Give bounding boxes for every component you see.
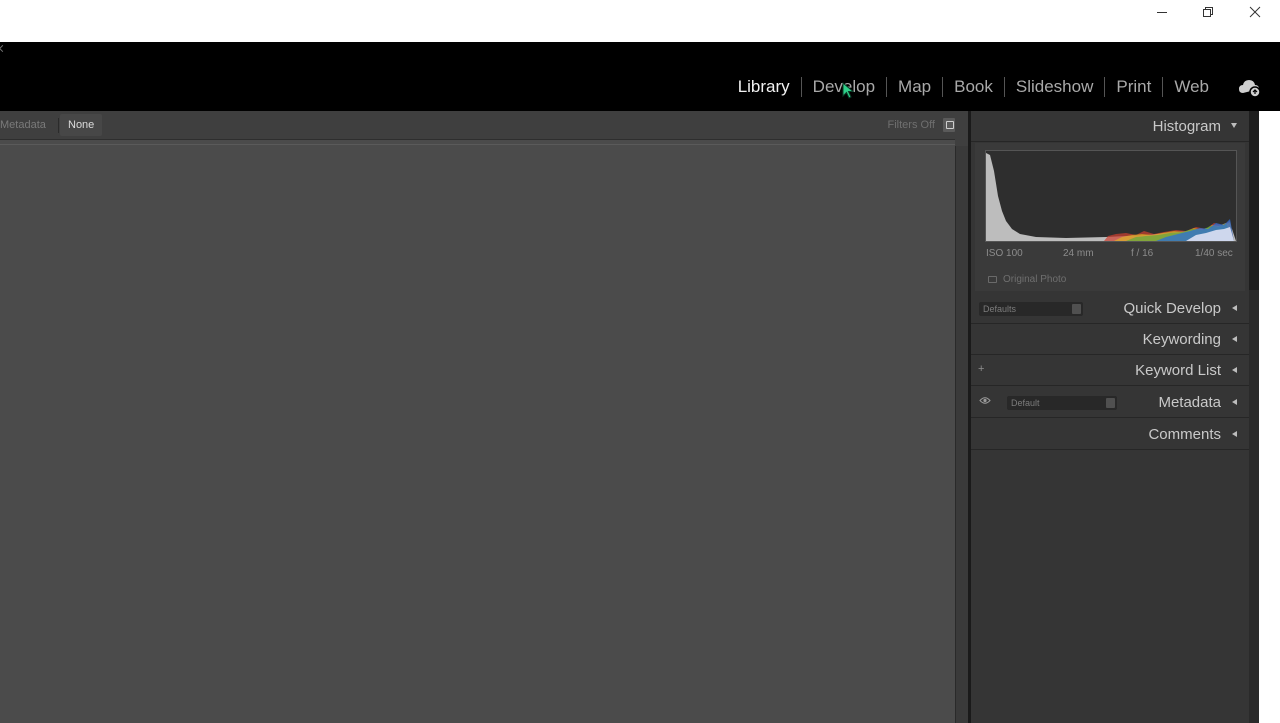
content-divider: [0, 144, 955, 145]
grid-view[interactable]: Metadata None Filters Off: [0, 111, 955, 723]
keywording-header[interactable]: Keywording: [971, 324, 1249, 355]
window-title-bar: [0, 0, 1280, 42]
keywording-title: Keywording: [1142, 331, 1221, 348]
collapse-triangle-icon: [1231, 123, 1237, 128]
metadata-title: Metadata: [1158, 394, 1221, 411]
histogram-chart[interactable]: [985, 150, 1237, 242]
quick-develop-title: Quick Develop: [1123, 300, 1221, 317]
expand-triangle-icon: [1232, 367, 1237, 373]
comments-header[interactable]: Comments: [971, 419, 1249, 450]
quick-develop-header[interactable]: Defaults Quick Develop: [971, 293, 1249, 324]
scrollbar-top: [955, 111, 968, 146]
aperture-value: f / 16: [1131, 248, 1154, 259]
keyword-list-title: Keyword List: [1135, 362, 1221, 379]
dropdown-stepper-icon: [1072, 304, 1081, 314]
expand-triangle-icon: [1232, 431, 1237, 437]
module-develop[interactable]: Develop: [802, 75, 886, 99]
eye-icon[interactable]: [979, 396, 991, 405]
focal-length-value: 24 mm: [1063, 248, 1094, 259]
keyword-list-header[interactable]: + Keyword List: [971, 355, 1249, 386]
minimize-icon[interactable]: [1139, 0, 1185, 24]
dropdown-stepper-icon: [1106, 398, 1115, 408]
grid-scrollbar[interactable]: [955, 146, 968, 723]
saved-preset-dropdown[interactable]: Defaults: [979, 302, 1083, 316]
window-margin: [1259, 111, 1280, 723]
module-print[interactable]: Print: [1105, 75, 1162, 99]
comments-title: Comments: [1148, 426, 1221, 443]
histogram-title: Histogram: [1152, 118, 1221, 135]
histogram-header[interactable]: Histogram: [971, 111, 1249, 142]
module-picker-bar: Library Develop Map Book Slideshow Print…: [0, 42, 1280, 111]
module-slideshow[interactable]: Slideshow: [1005, 75, 1105, 99]
expand-triangle-icon: [1232, 305, 1237, 311]
original-photo-label: Original Photo: [1003, 274, 1067, 285]
library-filter-bar: Metadata None Filters Off: [0, 111, 955, 140]
metadata-preset-value: Default: [1011, 398, 1040, 408]
expand-triangle-icon: [1232, 336, 1237, 342]
filter-none-tab[interactable]: None: [60, 114, 103, 136]
filter-metadata-tab[interactable]: Metadata: [0, 119, 46, 131]
module-web[interactable]: Web: [1163, 75, 1220, 99]
right-panel-scrollbar-top: [1249, 111, 1259, 290]
right-panel-scrollbar[interactable]: [1249, 290, 1259, 723]
cloud-sync-icon[interactable]: [1238, 78, 1262, 98]
add-keyword-icon[interactable]: +: [978, 363, 984, 375]
histogram-panel: ISO 100 24 mm f / 16 1/40 sec Original P…: [975, 143, 1245, 291]
metadata-header[interactable]: Default Metadata: [971, 387, 1249, 418]
module-library[interactable]: Library: [727, 75, 801, 99]
histogram-graph: [986, 153, 1236, 241]
original-photo-checkbox[interactable]: [988, 276, 997, 283]
expand-triangle-icon: [1232, 399, 1237, 405]
shutter-speed-value: 1/40 sec: [1195, 248, 1233, 259]
iso-value: ISO 100: [986, 248, 1023, 259]
module-book[interactable]: Book: [943, 75, 1004, 99]
close-icon[interactable]: [1232, 0, 1278, 24]
module-map[interactable]: Map: [887, 75, 942, 99]
filter-lock-icon[interactable]: [943, 118, 955, 132]
module-list: Library Develop Map Book Slideshow Print…: [727, 75, 1220, 99]
panel-toggle-arrow-icon[interactable]: [0, 44, 7, 53]
saved-preset-value: Defaults: [983, 304, 1017, 314]
right-panel: Histogram ISO 100 24 mm f / 16 1/40 sec …: [971, 111, 1249, 723]
filter-separator: [58, 118, 59, 133]
restore-icon[interactable]: [1185, 0, 1231, 24]
filters-off-dropdown[interactable]: Filters Off: [888, 119, 935, 131]
metadata-preset-dropdown[interactable]: Default: [1007, 396, 1117, 410]
